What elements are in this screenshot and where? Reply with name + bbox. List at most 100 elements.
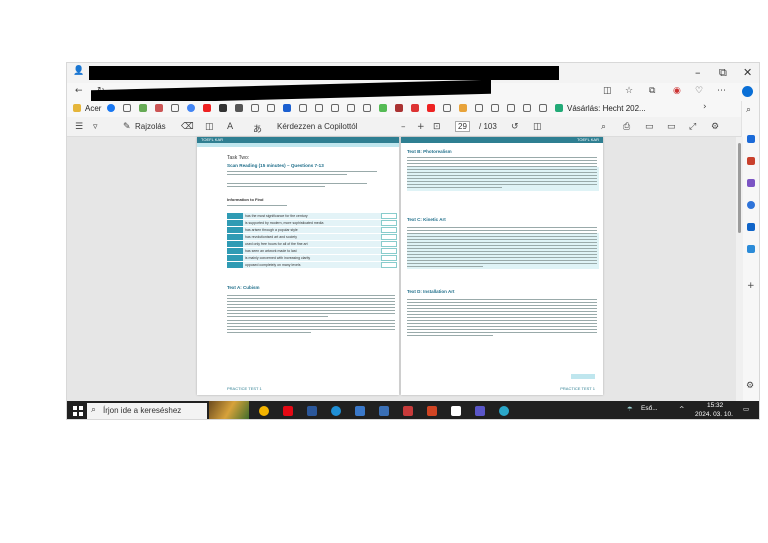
app-icon[interactable] xyxy=(403,406,413,416)
print-icon[interactable]: ⎙ xyxy=(623,122,630,132)
file-explorer-icon[interactable] xyxy=(379,406,389,416)
chrome-icon[interactable] xyxy=(259,406,269,416)
zoom-in-icon[interactable]: + xyxy=(417,122,425,132)
page-icon[interactable] xyxy=(443,104,451,112)
answer-box[interactable] xyxy=(381,213,397,219)
shop-icon[interactable] xyxy=(555,104,563,112)
page-icon[interactable] xyxy=(539,104,547,112)
weather-text[interactable]: Eső... xyxy=(641,405,658,412)
settings-icon[interactable]: ⚙ xyxy=(746,381,754,391)
page-icon[interactable] xyxy=(331,104,339,112)
page-icon[interactable] xyxy=(347,104,355,112)
draw-label[interactable]: Rajzolás xyxy=(135,122,166,131)
bookmark-hecht[interactable]: Vásárlás: Hecht 202... xyxy=(567,104,646,113)
google-icon[interactable] xyxy=(187,104,195,112)
word-icon[interactable] xyxy=(307,406,317,416)
read-aloud-icon[interactable]: A xyxy=(227,122,233,132)
page-icon[interactable] xyxy=(299,104,307,112)
page-icon[interactable] xyxy=(363,104,371,112)
clock-date[interactable]: 2024. 03. 10. xyxy=(695,411,733,418)
page-icon[interactable] xyxy=(123,104,131,112)
two-page-icon[interactable]: ◫ xyxy=(533,122,542,132)
copilot-icon[interactable] xyxy=(742,86,753,97)
split-screen-icon[interactable]: ◫ xyxy=(603,86,612,96)
edge-active-icon[interactable] xyxy=(499,406,509,416)
bookmark-icon[interactable] xyxy=(459,104,467,112)
page-icon[interactable] xyxy=(523,104,531,112)
folder-icon[interactable] xyxy=(73,104,81,112)
answer-box[interactable] xyxy=(381,234,397,240)
page-icon[interactable] xyxy=(491,104,499,112)
fit-page-icon[interactable]: ⊡ xyxy=(433,122,441,132)
outlook-icon[interactable] xyxy=(747,223,755,231)
search-icon[interactable]: ⌕ xyxy=(746,105,751,115)
save-icon[interactable]: ▭ xyxy=(645,122,654,132)
minimize-icon[interactable]: – xyxy=(695,66,701,79)
page-view-icon[interactable]: ◫ xyxy=(205,122,214,132)
store-icon[interactable] xyxy=(451,406,461,416)
zoom-out-icon[interactable]: – xyxy=(401,122,406,132)
save-as-icon[interactable]: ▭ xyxy=(667,122,676,132)
settings-icon[interactable]: ⚙ xyxy=(711,122,719,132)
answer-box[interactable] xyxy=(381,241,397,247)
close-icon[interactable]: ✕ xyxy=(743,66,752,79)
vertical-scrollbar[interactable] xyxy=(736,137,743,401)
bookmark-icon[interactable] xyxy=(395,104,403,112)
page-icon[interactable] xyxy=(507,104,515,112)
answer-box[interactable] xyxy=(381,227,397,233)
shopping-icon[interactable] xyxy=(747,135,755,143)
menu-dots-icon[interactable]: ⋯ xyxy=(717,86,726,96)
answer-box[interactable] xyxy=(381,248,397,254)
clock-time[interactable]: 15:32 xyxy=(707,402,723,409)
windows-start-icon[interactable] xyxy=(73,406,83,416)
highlight-icon[interactable]: ▿ xyxy=(93,122,98,132)
search-icon[interactable]: ⌕ xyxy=(601,122,606,132)
favorite-icon[interactable]: ☆ xyxy=(625,86,633,96)
add-icon[interactable]: + xyxy=(747,281,755,291)
taskbar-search-input[interactable]: ⌕ Írjon ide a kereséshez xyxy=(87,403,207,419)
translate-icon[interactable]: あ xyxy=(253,122,262,135)
back-icon[interactable]: ← xyxy=(75,86,83,96)
pdf-viewport[interactable]: TOEFL KAR Task Two: Scan Reading (15 min… xyxy=(67,137,743,401)
mail-icon[interactable] xyxy=(355,406,365,416)
youtube-icon[interactable] xyxy=(203,104,211,112)
bookmark-icon[interactable] xyxy=(379,104,387,112)
profile-icon[interactable]: 👤 xyxy=(73,66,84,76)
restore-icon[interactable]: ⧉ xyxy=(719,66,727,80)
edge-icon[interactable] xyxy=(331,406,341,416)
designer-icon[interactable] xyxy=(747,245,755,253)
youtube-icon[interactable] xyxy=(427,104,435,112)
games-icon[interactable] xyxy=(747,179,755,187)
page-icon[interactable] xyxy=(251,104,259,112)
tools-icon[interactable] xyxy=(747,157,755,165)
chevron-right-icon[interactable]: › xyxy=(703,102,707,112)
office-icon[interactable] xyxy=(747,201,755,209)
weather-icon[interactable]: ☂ xyxy=(627,405,633,413)
heart-icon[interactable]: ♡ xyxy=(695,86,703,96)
bookmark-icon[interactable] xyxy=(139,104,147,112)
answer-box[interactable] xyxy=(381,220,397,226)
copilot-ask-input[interactable]: Kérdezzen a Copilottól xyxy=(277,122,358,131)
contents-icon[interactable]: ☰ xyxy=(75,122,83,132)
bookmark-icon[interactable] xyxy=(411,104,419,112)
bookmark-icon[interactable] xyxy=(283,104,291,112)
bookmark-acer[interactable]: Acer xyxy=(85,104,101,113)
fullscreen-icon[interactable]: ⤢ xyxy=(689,122,696,132)
page-icon[interactable] xyxy=(267,104,275,112)
page-icon[interactable] xyxy=(315,104,323,112)
scroll-thumb[interactable] xyxy=(738,143,741,233)
powerpoint-icon[interactable] xyxy=(427,406,437,416)
draw-icon[interactable]: ✎ xyxy=(123,122,131,132)
collections-icon[interactable]: ⧉ xyxy=(649,86,655,96)
bookmark-icon[interactable] xyxy=(219,104,227,112)
facebook-icon[interactable] xyxy=(107,104,115,112)
chevron-up-icon[interactable]: ^ xyxy=(679,405,684,413)
answer-box[interactable] xyxy=(381,262,397,268)
page-icon[interactable] xyxy=(475,104,483,112)
page-number-input[interactable]: 29 xyxy=(455,121,470,132)
eraser-icon[interactable]: ⌫ xyxy=(181,122,194,132)
notification-icon[interactable]: ▭ xyxy=(743,405,749,413)
answer-box[interactable] xyxy=(381,255,397,261)
app-icon[interactable] xyxy=(475,406,485,416)
bookmark-icon[interactable] xyxy=(155,104,163,112)
